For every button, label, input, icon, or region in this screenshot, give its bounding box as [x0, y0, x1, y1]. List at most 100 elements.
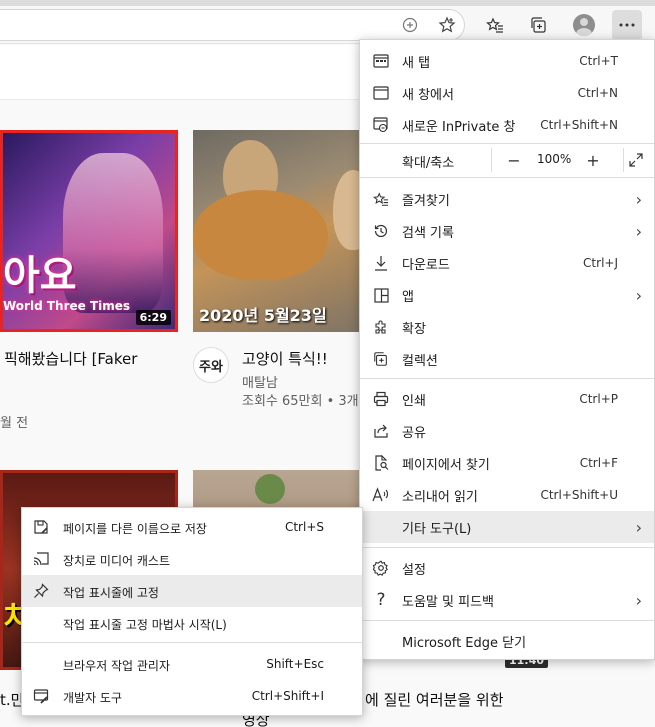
- add-tab-icon[interactable]: [395, 10, 425, 40]
- menu-item-new-tab[interactable]: 새 탭 Ctrl+T: [360, 45, 654, 77]
- menu-item-label: 인쇄: [402, 393, 426, 409]
- gear-icon: [372, 559, 390, 577]
- thumbnail-date-text: 2020년 5월23일: [199, 306, 327, 325]
- menu-item-settings[interactable]: 설정: [360, 552, 654, 584]
- video-thumbnail-2[interactable]: 2020년 5월23일: [193, 130, 359, 332]
- share-icon: [372, 422, 390, 440]
- channel-avatar[interactable]: 주와: [193, 347, 229, 383]
- submenu-item-label: 페이지를 다른 이름으로 저장: [63, 522, 207, 536]
- menu-item-label: 페이지에서 찾기: [402, 457, 490, 473]
- menu-item-label: 새 창에서: [402, 87, 454, 103]
- history-icon: [372, 222, 390, 240]
- collections-icon[interactable]: [524, 10, 554, 40]
- submenu-item-pin-to-taskbar[interactable]: 작업 표시줄에 고정: [22, 575, 362, 607]
- menu-item-label: 컬렉션: [402, 353, 438, 369]
- developer-tools-icon: [32, 687, 50, 705]
- video-meta: 월 전: [0, 416, 29, 431]
- menu-item-history[interactable]: 검색 기록 ›: [360, 215, 654, 247]
- video-meta: 조회수 65만회 • 3개: [242, 394, 359, 409]
- cat-shape: [193, 190, 328, 280]
- menu-item-label: 설정: [402, 562, 426, 578]
- submenu-item-save-page-as[interactable]: 페이지를 다른 이름으로 저장 Ctrl+S: [22, 511, 362, 543]
- video-duration: 6:29: [135, 310, 171, 325]
- submenu-item-shortcut: Ctrl+Shift+I: [251, 689, 324, 703]
- new-tab-icon: [372, 52, 390, 70]
- menu-item-shortcut: Ctrl+Shift+N: [540, 118, 618, 132]
- zoom-in-button[interactable]: +: [580, 147, 606, 173]
- video-title[interactable]: 고양이 특식!!: [242, 348, 328, 369]
- chevron-right-icon: ›: [635, 590, 642, 610]
- favorites-icon: [372, 190, 390, 208]
- menu-item-more-tools[interactable]: 기타 도구(L) ›: [360, 511, 654, 543]
- menu-item-help-feedback[interactable]: ? 도움말 및 피드백 ›: [360, 584, 654, 616]
- submenu-item-label: 작업 표시줄 고정 마법사 시작(L): [63, 618, 227, 632]
- settings-menu: 새 탭 Ctrl+T 새 창에서 Ctrl+N 새로운 InPrivate 창 …: [359, 39, 655, 660]
- menu-divider: [360, 620, 654, 621]
- menu-item-read-aloud[interactable]: 소리내어 읽기 Ctrl+Shift+U: [360, 479, 654, 511]
- menu-item-new-window[interactable]: 새 창에서 Ctrl+N: [360, 77, 654, 109]
- submenu-item-label: 작업 표시줄에 고정: [63, 586, 159, 600]
- extensions-icon: [372, 318, 390, 336]
- menu-item-label: 즐겨찾기: [402, 193, 450, 209]
- menu-item-label: 새로운 InPrivate 창: [402, 119, 516, 135]
- menu-item-share[interactable]: 공유: [360, 415, 654, 447]
- zoom-out-button[interactable]: −: [501, 147, 527, 173]
- new-window-icon: [372, 84, 390, 102]
- submenu-item-label: 장치로 미디어 캐스트: [63, 554, 170, 568]
- find-on-page-icon: [372, 454, 390, 472]
- chevron-right-icon: ›: [635, 517, 642, 537]
- submenu-item-task-manager[interactable]: 브라우저 작업 관리자 Shift+Esc: [22, 648, 362, 680]
- menu-item-downloads[interactable]: 다운로드 Ctrl+J: [360, 247, 654, 279]
- inprivate-icon: [372, 116, 390, 134]
- collections-icon: [372, 350, 390, 368]
- menu-item-shortcut: Ctrl+N: [577, 86, 618, 100]
- submenu-item-cast-media[interactable]: 장치로 미디어 캐스트: [22, 543, 362, 575]
- menu-item-shortcut: Ctrl+F: [579, 456, 618, 470]
- submenu-item-label: 개발자 도구: [63, 691, 123, 705]
- menu-item-label: 기타 도구(L): [402, 521, 472, 537]
- read-aloud-icon: [372, 486, 390, 504]
- menu-item-find-on-page[interactable]: 페이지에서 찾기 Ctrl+F: [360, 447, 654, 479]
- menu-item-label: 공유: [402, 425, 426, 441]
- cast-icon: [32, 550, 50, 568]
- video-title[interactable]: 에 질린 여러분을 위한: [365, 689, 504, 710]
- submenu-item-label: 브라우저 작업 관리자: [63, 659, 170, 673]
- menu-item-label: 다운로드: [402, 257, 450, 273]
- thumbnail-subtext: World Three Times: [3, 299, 131, 313]
- help-icon: ?: [376, 590, 386, 610]
- submenu-item-pin-wizard[interactable]: 작업 표시줄 고정 마법사 시작(L): [22, 607, 362, 639]
- menu-item-label: 앱: [402, 289, 414, 305]
- submenu-item-shortcut: Shift+Esc: [266, 657, 324, 671]
- chevron-right-icon: ›: [635, 285, 642, 305]
- video-title[interactable]: 픽해봤습니다 [Faker: [4, 348, 137, 369]
- profile-icon[interactable]: [569, 10, 599, 40]
- menu-item-shortcut: Ctrl+P: [579, 392, 618, 406]
- menu-divider: [360, 378, 654, 379]
- print-icon: [372, 390, 390, 408]
- video-thumbnail-1[interactable]: 아요 World Three Times 6:29: [0, 130, 178, 332]
- menu-item-close-edge[interactable]: Microsoft Edge 닫기: [360, 625, 654, 657]
- menu-item-shortcut: Ctrl+T: [579, 54, 618, 68]
- submenu-item-developer-tools[interactable]: 개발자 도구 Ctrl+Shift+I: [22, 680, 362, 712]
- chevron-right-icon: ›: [635, 221, 642, 241]
- download-icon: [372, 254, 390, 272]
- menu-item-print[interactable]: 인쇄 Ctrl+P: [360, 383, 654, 415]
- menu-item-label: 검색 기록: [402, 225, 454, 241]
- avatar: [573, 14, 595, 36]
- pin-icon: [32, 582, 50, 600]
- menu-item-label: 확장: [402, 321, 426, 337]
- menu-divider: [360, 547, 654, 548]
- menu-item-extensions[interactable]: 확장: [360, 311, 654, 343]
- fullscreen-icon[interactable]: [623, 147, 649, 173]
- menu-item-inprivate-window[interactable]: 새로운 InPrivate 창 Ctrl+Shift+N: [360, 109, 654, 141]
- menu-item-label: 소리내어 읽기: [402, 489, 478, 505]
- menu-item-label: Microsoft Edge 닫기: [402, 635, 527, 651]
- favorite-star-icon[interactable]: [432, 10, 462, 40]
- menu-item-apps[interactable]: 앱 ›: [360, 279, 654, 311]
- channel-name[interactable]: 매탈남: [242, 372, 278, 391]
- menu-item-favorites[interactable]: 즐겨찾기 ›: [360, 183, 654, 215]
- thumbnail-figure: [63, 153, 163, 313]
- more-icon[interactable]: [612, 10, 642, 40]
- menu-item-collections[interactable]: 컬렉션: [360, 343, 654, 375]
- favorites-icon[interactable]: [480, 10, 510, 40]
